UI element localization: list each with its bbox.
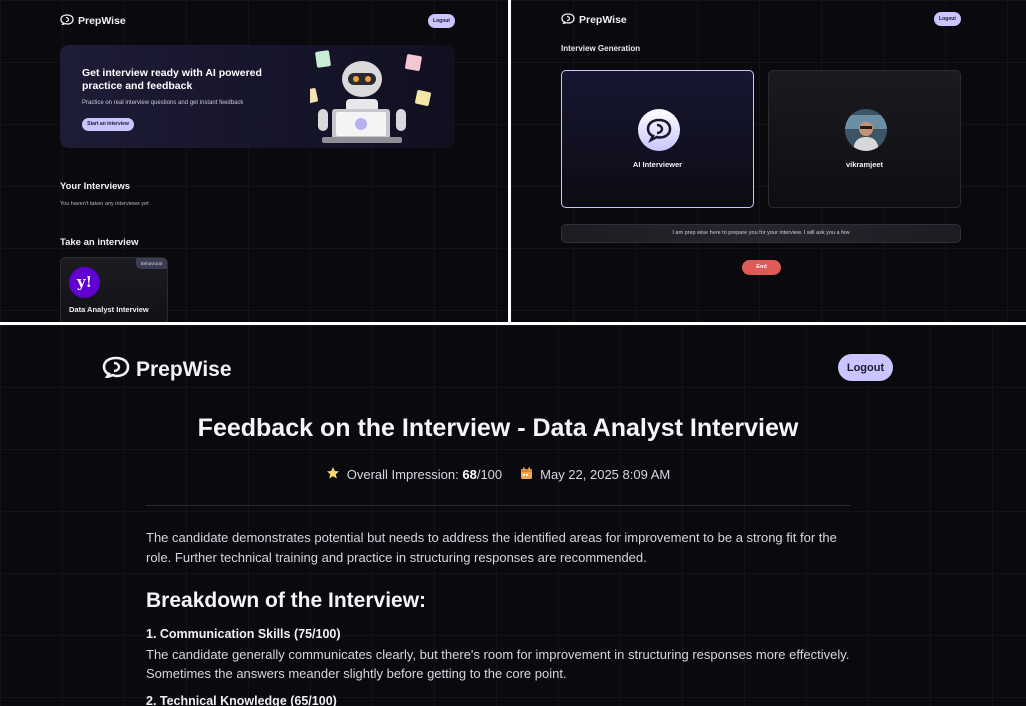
- brand-name: PrepWise: [579, 14, 627, 26]
- feedback-meta: Overall Impression: 68/100 May 22, 2025 …: [0, 466, 996, 483]
- brand-logo[interactable]: PrepWise: [102, 356, 232, 384]
- transcript-bar: I am prep wise here to prepare you for y…: [561, 224, 961, 243]
- divider: [146, 505, 851, 506]
- brand-logo[interactable]: PrepWise: [561, 13, 627, 27]
- ai-interviewer-card: AI Interviewer: [561, 70, 754, 208]
- robot-illustration: [310, 50, 431, 143]
- interview-screen: PrepWise Logout Interview Generation AI …: [511, 0, 1026, 322]
- impression-score: 68: [462, 467, 477, 482]
- feedback-screen: PrepWise Logout Feedback on the Intervie…: [0, 325, 1026, 706]
- breakdown-item-title: 2. Technical Knowledge (65/100): [146, 694, 337, 706]
- hero-banner: Get interview ready with AI powered prac…: [60, 45, 455, 148]
- chat-bubble-icon: [646, 118, 672, 143]
- user-name-label: vikramjeet: [845, 160, 884, 169]
- user-photo-icon: [845, 109, 887, 151]
- user-card: vikramjeet: [768, 70, 961, 208]
- your-interviews-heading: Your Interviews: [60, 181, 131, 192]
- hero-title: Get interview ready with AI powered prac…: [82, 67, 262, 92]
- feedback-title: Feedback on the Interview - Data Analyst…: [197, 414, 799, 442]
- feedback-date-text: May 22, 2025 8:09 AM: [540, 467, 671, 482]
- brand-name: PrepWise: [78, 15, 126, 27]
- brand-name: PrepWise: [136, 358, 232, 381]
- overall-impression: Overall Impression: 68/100: [326, 466, 502, 483]
- hero-subtitle: Practice on real interview questions and…: [82, 100, 244, 106]
- chat-bubble-logo-icon: [102, 356, 130, 384]
- breakdown-heading: Breakdown of the Interview:: [146, 589, 427, 612]
- take-interview-heading: Take an interview: [60, 237, 139, 248]
- breakdown-item-text: The candidate generally communicates cle…: [146, 646, 850, 682]
- dashboard-screen: PrepWise Logout Get interview ready with…: [0, 0, 508, 322]
- breakdown-item-title: 1. Communication Skills (75/100): [146, 627, 341, 641]
- impression-label: Overall Impression:: [346, 467, 459, 482]
- feedback-date: May 22, 2025 8:09 AM: [520, 466, 670, 483]
- ai-interviewer-label: AI Interviewer: [632, 160, 683, 169]
- company-logo: y!: [69, 267, 100, 298]
- ai-avatar: [638, 109, 680, 151]
- logout-button[interactable]: Logout: [428, 14, 455, 28]
- user-avatar: [845, 109, 887, 151]
- interview-type-badge: Behavioral: [135, 258, 167, 269]
- calendar-icon: [520, 467, 533, 483]
- end-call-button[interactable]: End: [742, 260, 781, 275]
- start-interview-button[interactable]: Start an interview: [82, 118, 134, 131]
- feedback-summary: The candidate demonstrates potential but…: [146, 530, 837, 565]
- chat-bubble-logo-icon: [60, 14, 74, 28]
- breakdown-item: 1. Communication Skills (75/100) The can…: [146, 625, 866, 684]
- impression-score-total: /100: [476, 467, 503, 482]
- chat-bubble-logo-icon: [561, 13, 575, 27]
- interview-card-title: Data Analyst Interview: [69, 305, 149, 314]
- interview-card[interactable]: Behavioral y! Data Analyst Interview: [60, 257, 168, 322]
- breakdown-item: 2. Technical Knowledge (65/100): [146, 692, 866, 706]
- star-icon: [326, 466, 340, 483]
- logout-button[interactable]: Logout: [838, 354, 893, 381]
- interview-generation-heading: Interview Generation: [561, 44, 641, 53]
- logout-button[interactable]: Logout: [934, 12, 961, 26]
- no-interviews-text: You haven't taken any interviews yet: [60, 201, 149, 207]
- brand-logo[interactable]: PrepWise: [60, 14, 126, 28]
